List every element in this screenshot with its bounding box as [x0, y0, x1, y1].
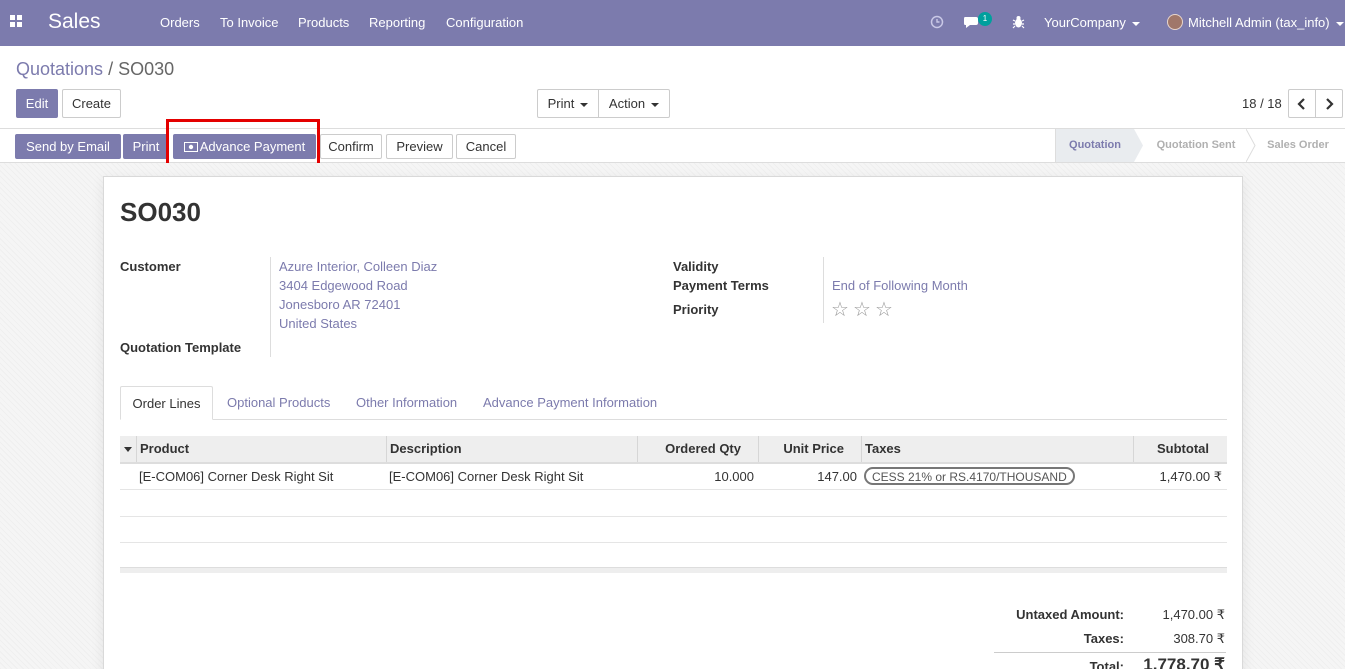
priority-star-icon[interactable]: ☆: [831, 297, 849, 322]
row-unit-price: 147.00: [817, 469, 857, 484]
company-switcher[interactable]: YourCompany: [1044, 15, 1140, 30]
untaxed-amount-value: 1,470.00 ₹: [1162, 607, 1226, 622]
column-ordered-qty[interactable]: Ordered Qty: [638, 436, 759, 462]
column-options[interactable]: [120, 436, 137, 462]
stage-sales-order[interactable]: Sales Order: [1256, 129, 1340, 162]
table-header: Product Description Ordered Qty Unit Pri…: [120, 436, 1227, 464]
debug-bug-icon[interactable]: [1012, 15, 1025, 29]
row-description: [E-COM06] Corner Desk Right Sit: [389, 469, 584, 484]
apps-menu-icon[interactable]: [10, 15, 23, 28]
column-subtotal[interactable]: Subtotal: [1134, 436, 1227, 462]
breadcrumb-current: SO030: [118, 59, 175, 79]
table-row[interactable]: [E-COM06] Corner Desk Right Sit [E-COM06…: [120, 464, 1227, 490]
customer-country: United States: [279, 316, 358, 331]
payment-terms-value[interactable]: End of Following Month: [832, 278, 968, 293]
tax-badge: CESS 21% or RS.4170/THOUSAND: [864, 467, 1075, 485]
empty-row: [120, 517, 1227, 543]
column-taxes[interactable]: Taxes: [862, 436, 1134, 462]
customer-name[interactable]: Azure Interior, Colleen Diaz: [279, 259, 437, 274]
company-name: YourCompany: [1044, 15, 1126, 30]
customer-street: 3404 Edgewood Road: [279, 278, 408, 293]
field-separator: [823, 257, 824, 323]
column-product[interactable]: Product: [140, 436, 387, 462]
tab-other-information[interactable]: Other Information: [356, 386, 457, 420]
pager-value[interactable]: 18 / 18: [1242, 96, 1282, 111]
user-avatar[interactable]: [1167, 14, 1183, 30]
print-dropdown-label: Print: [547, 96, 575, 111]
menu-configuration[interactable]: Configuration: [446, 15, 523, 30]
total-label: Total:: [1089, 659, 1124, 669]
user-name: Mitchell Admin (tax_info): [1188, 15, 1330, 30]
priority-star-icon[interactable]: ☆: [875, 297, 893, 322]
stage-left-border: [1055, 129, 1056, 162]
user-menu[interactable]: Mitchell Admin (tax_info): [1188, 15, 1344, 30]
action-dropdown[interactable]: Action: [598, 89, 670, 118]
totals-divider: [994, 652, 1226, 653]
tab-order-lines[interactable]: Order Lines: [120, 386, 213, 420]
untaxed-amount-label: Untaxed Amount:: [1016, 607, 1124, 622]
create-button[interactable]: Create: [62, 89, 121, 118]
form-sheet: SO030 Customer Azure Interior, Colleen D…: [103, 176, 1243, 669]
stage-divider: [1246, 129, 1256, 162]
activity-clock-icon[interactable]: [930, 15, 944, 29]
field-separator: [270, 257, 271, 357]
app-title[interactable]: Sales: [48, 10, 101, 34]
print-button[interactable]: Print: [123, 134, 169, 159]
chevron-down-icon: [1335, 21, 1344, 26]
caret-down-icon: [124, 447, 132, 453]
menu-to-invoice[interactable]: To Invoice: [220, 15, 279, 30]
top-navbar: Sales Orders To Invoice Products Reporti…: [0, 0, 1345, 46]
table-footer: [120, 567, 1227, 573]
stage-quotation-sent[interactable]: Quotation Sent: [1144, 129, 1248, 162]
column-description[interactable]: Description: [390, 436, 638, 462]
record-title: SO030: [120, 197, 201, 227]
payment-terms-label: Payment Terms: [673, 278, 769, 293]
row-taxes: CESS 21% or RS.4170/THOUSAND: [864, 464, 1075, 490]
chevron-down-icon: [1131, 21, 1140, 26]
customer-label: Customer: [120, 259, 181, 274]
menu-reporting[interactable]: Reporting: [369, 15, 425, 30]
breadcrumb-quotations[interactable]: Quotations: [16, 59, 103, 79]
taxes-value: 308.70 ₹: [1173, 631, 1225, 646]
pager-previous-button[interactable]: [1288, 89, 1316, 118]
messages-count-badge: 1: [978, 12, 992, 26]
print-dropdown[interactable]: Print: [537, 89, 599, 118]
cancel-button[interactable]: Cancel: [456, 134, 516, 159]
customer-city: Jonesboro AR 72401: [279, 297, 401, 312]
breadcrumb: Quotations / SO030: [16, 59, 174, 80]
edit-button[interactable]: Edit: [16, 89, 58, 118]
tab-advance-payment-information[interactable]: Advance Payment Information: [483, 386, 657, 420]
priority-label: Priority: [673, 302, 719, 317]
chevron-down-icon: [651, 102, 660, 107]
taxes-label: Taxes:: [1083, 631, 1124, 646]
send-by-email-button[interactable]: Send by Email: [15, 134, 121, 159]
confirm-button[interactable]: Confirm: [320, 134, 382, 159]
menu-orders[interactable]: Orders: [160, 15, 200, 30]
column-unit-price[interactable]: Unit Price: [759, 436, 862, 462]
row-subtotal: 1,470.00 ₹: [1159, 469, 1223, 484]
notebook-tabs: Order Lines Optional Products Other Info…: [120, 386, 1227, 420]
preview-button[interactable]: Preview: [386, 134, 453, 159]
stage-quotation[interactable]: Quotation: [1056, 129, 1134, 162]
priority-star-icon[interactable]: ☆: [853, 297, 871, 322]
chevron-left-icon: [1297, 98, 1305, 110]
breadcrumb-separator: /: [108, 59, 114, 79]
pager-next-button[interactable]: [1315, 89, 1343, 118]
quotation-template-label: Quotation Template: [120, 340, 242, 355]
tab-optional-products[interactable]: Optional Products: [227, 386, 330, 420]
row-qty: 10.000: [714, 469, 754, 484]
empty-row: [120, 491, 1227, 517]
chevron-down-icon: [580, 102, 589, 107]
stage-arrow: [1134, 129, 1143, 162]
action-dropdown-label: Action: [608, 96, 646, 111]
row-product: [E-COM06] Corner Desk Right Sit: [139, 469, 334, 484]
total-value: 1,778.70 ₹: [1143, 655, 1225, 669]
validity-label: Validity: [673, 259, 719, 274]
chevron-right-icon: [1326, 98, 1334, 110]
menu-products[interactable]: Products: [298, 15, 349, 30]
